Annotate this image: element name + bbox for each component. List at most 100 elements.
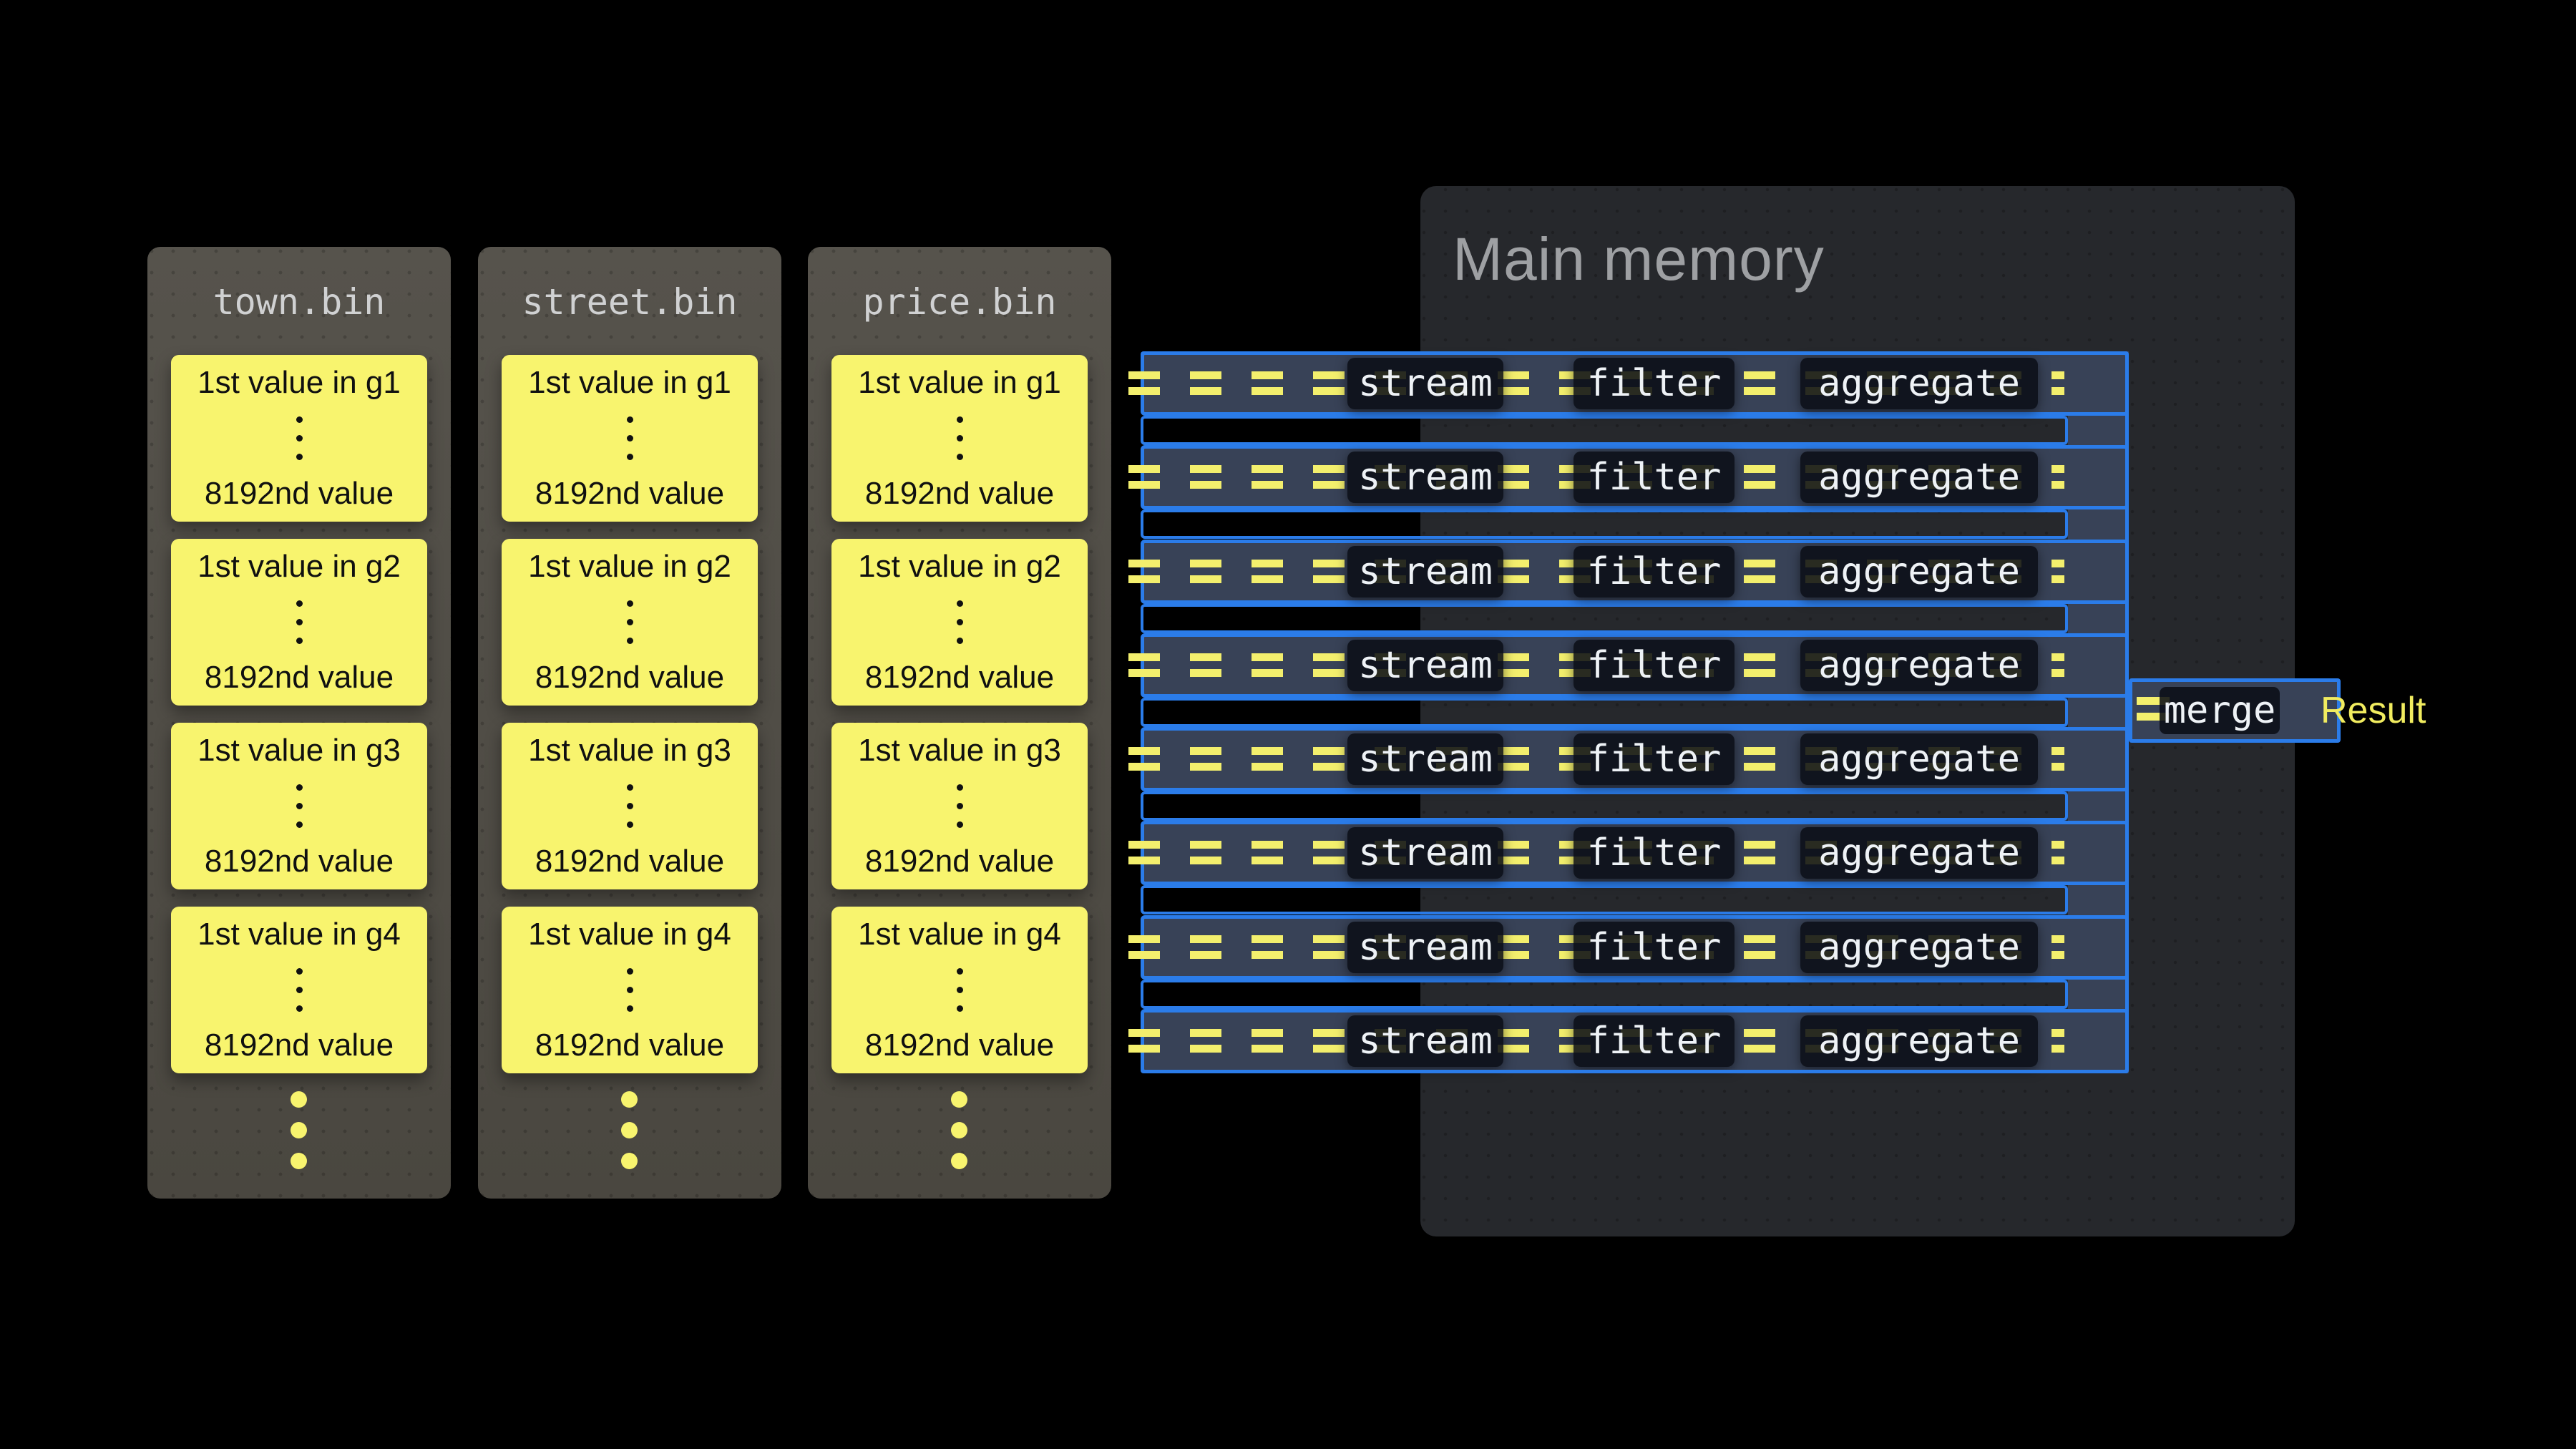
aggregate-label: aggregate: [1818, 550, 2020, 593]
block-last-value: 8192nd value: [865, 844, 1054, 879]
aggregate-operator: aggregate: [1800, 640, 2038, 691]
block-first-value: 1st value in g2: [528, 549, 731, 585]
aggregate-operator: aggregate: [1800, 733, 2038, 785]
ellipsis-dots: [627, 600, 633, 644]
filter-label: filter: [1587, 738, 1722, 781]
ellipsis-dots: [957, 784, 963, 828]
ellipsis-dots: [296, 784, 303, 828]
block-first-value: 1st value in g3: [858, 733, 1061, 769]
block-last-value: 8192nd value: [865, 476, 1054, 512]
filter-operator: filter: [1574, 358, 1735, 409]
filter-label: filter: [1587, 550, 1722, 593]
pipeline-row-6: stream filter aggregate: [1141, 821, 2129, 885]
block-last-value: 8192nd value: [535, 844, 724, 879]
aggregate-operator: aggregate: [1800, 922, 2038, 973]
stream-operator: stream: [1347, 1015, 1503, 1067]
more-groups-dot: [291, 1122, 307, 1138]
more-groups-dot: [951, 1091, 967, 1108]
block-last-value: 8192nd value: [865, 660, 1054, 696]
file-name-label: street.bin: [478, 247, 781, 323]
ellipsis-dots: [627, 416, 633, 460]
vector-block-g4: 1st value in g4 8192nd value: [502, 907, 758, 1073]
block-last-value: 8192nd value: [205, 476, 394, 512]
block-first-value: 1st value in g3: [528, 733, 731, 769]
pipeline-row-1: stream filter aggregate: [1141, 351, 2129, 416]
aggregate-label: aggregate: [1818, 738, 2020, 781]
ellipsis-dots: [957, 416, 963, 460]
filter-operator: filter: [1574, 640, 1735, 691]
more-groups-dot: [951, 1153, 967, 1169]
merge-band: merge: [2129, 678, 2341, 743]
aggregate-operator: aggregate: [1800, 452, 2038, 503]
main-memory-title: Main memory: [1453, 229, 1825, 289]
vector-block-g3: 1st value in g3 8192nd value: [831, 723, 1088, 889]
file-name-label: price.bin: [808, 247, 1111, 323]
block-first-value: 1st value in g4: [858, 917, 1061, 952]
file-panel-price: price.bin 1st value in g1 8192nd value 1…: [808, 247, 1111, 1199]
block-last-value: 8192nd value: [205, 1028, 394, 1063]
more-groups-dot: [621, 1153, 638, 1169]
stream-label: stream: [1358, 1020, 1493, 1063]
stream-label: stream: [1358, 831, 1493, 874]
filter-operator: filter: [1574, 1015, 1735, 1067]
ellipsis-dots: [296, 968, 303, 1012]
ellipsis-dots: [296, 600, 303, 644]
vector-block-g3: 1st value in g3 8192nd value: [171, 723, 427, 889]
pipeline-row-5: stream filter aggregate: [1141, 727, 2129, 791]
vector-block-g2: 1st value in g2 8192nd value: [502, 539, 758, 706]
pipeline-buffer-slot: [1141, 698, 2068, 727]
result-label: Result: [2321, 688, 2426, 733]
block-first-value: 1st value in g1: [858, 365, 1061, 401]
filter-label: filter: [1587, 831, 1722, 874]
stream-operator: stream: [1347, 733, 1503, 785]
vector-block-g2: 1st value in g2 8192nd value: [831, 539, 1088, 706]
pipeline-row-4: stream filter aggregate: [1141, 633, 2129, 698]
pipeline-buffer-slot: [1141, 509, 2068, 539]
block-first-value: 1st value in g2: [197, 549, 401, 585]
more-groups-dot: [951, 1122, 967, 1138]
file-name-label: town.bin: [147, 247, 451, 323]
stream-label: stream: [1358, 738, 1493, 781]
block-first-value: 1st value in g2: [858, 549, 1061, 585]
vector-block-g2: 1st value in g2 8192nd value: [171, 539, 427, 706]
pipeline-row-7: stream filter aggregate: [1141, 915, 2129, 980]
ellipsis-dots: [627, 784, 633, 828]
vector-block-g1: 1st value in g1 8192nd value: [831, 355, 1088, 522]
aggregate-operator: aggregate: [1800, 358, 2038, 409]
ellipsis-dots: [296, 416, 303, 460]
file-panel-town: town.bin 1st value in g1 8192nd value 1s…: [147, 247, 451, 1199]
pipelines-area: stream filter aggregate stream filter ag…: [1141, 351, 2129, 1073]
block-first-value: 1st value in g1: [197, 365, 401, 401]
aggregate-operator: aggregate: [1800, 546, 2038, 597]
filter-operator: filter: [1574, 452, 1735, 503]
stream-operator: stream: [1347, 358, 1503, 409]
stream-operator: stream: [1347, 640, 1503, 691]
stream-label: stream: [1358, 644, 1493, 687]
stream-label: stream: [1358, 550, 1493, 593]
pipeline-buffer-slot: [1141, 885, 2068, 914]
block-last-value: 8192nd value: [535, 660, 724, 696]
filter-label: filter: [1587, 362, 1722, 405]
pipeline-row-2: stream filter aggregate: [1141, 445, 2129, 509]
vector-block-g4: 1st value in g4 8192nd value: [171, 907, 427, 1073]
stream-operator: stream: [1347, 452, 1503, 503]
pipeline-row-3: stream filter aggregate: [1141, 540, 2129, 604]
ellipsis-dots: [627, 968, 633, 1012]
pipeline-buffer-slot: [1141, 791, 2068, 821]
vector-block-g1: 1st value in g1 8192nd value: [502, 355, 758, 522]
filter-operator: filter: [1574, 546, 1735, 597]
aggregate-label: aggregate: [1818, 831, 2020, 874]
more-groups-dot: [621, 1091, 638, 1108]
block-last-value: 8192nd value: [205, 844, 394, 879]
block-last-value: 8192nd value: [535, 1028, 724, 1063]
stream-operator: stream: [1347, 546, 1503, 597]
stream-label: stream: [1358, 926, 1493, 969]
aggregate-label: aggregate: [1818, 362, 2020, 405]
filter-label: filter: [1587, 644, 1722, 687]
block-last-value: 8192nd value: [865, 1028, 1054, 1063]
pipeline-row-8: stream filter aggregate: [1141, 1009, 2129, 1073]
stream-operator: stream: [1347, 922, 1503, 973]
aggregate-label: aggregate: [1818, 1020, 2020, 1063]
aggregate-operator: aggregate: [1800, 1015, 2038, 1067]
ellipsis-dots: [957, 968, 963, 1012]
